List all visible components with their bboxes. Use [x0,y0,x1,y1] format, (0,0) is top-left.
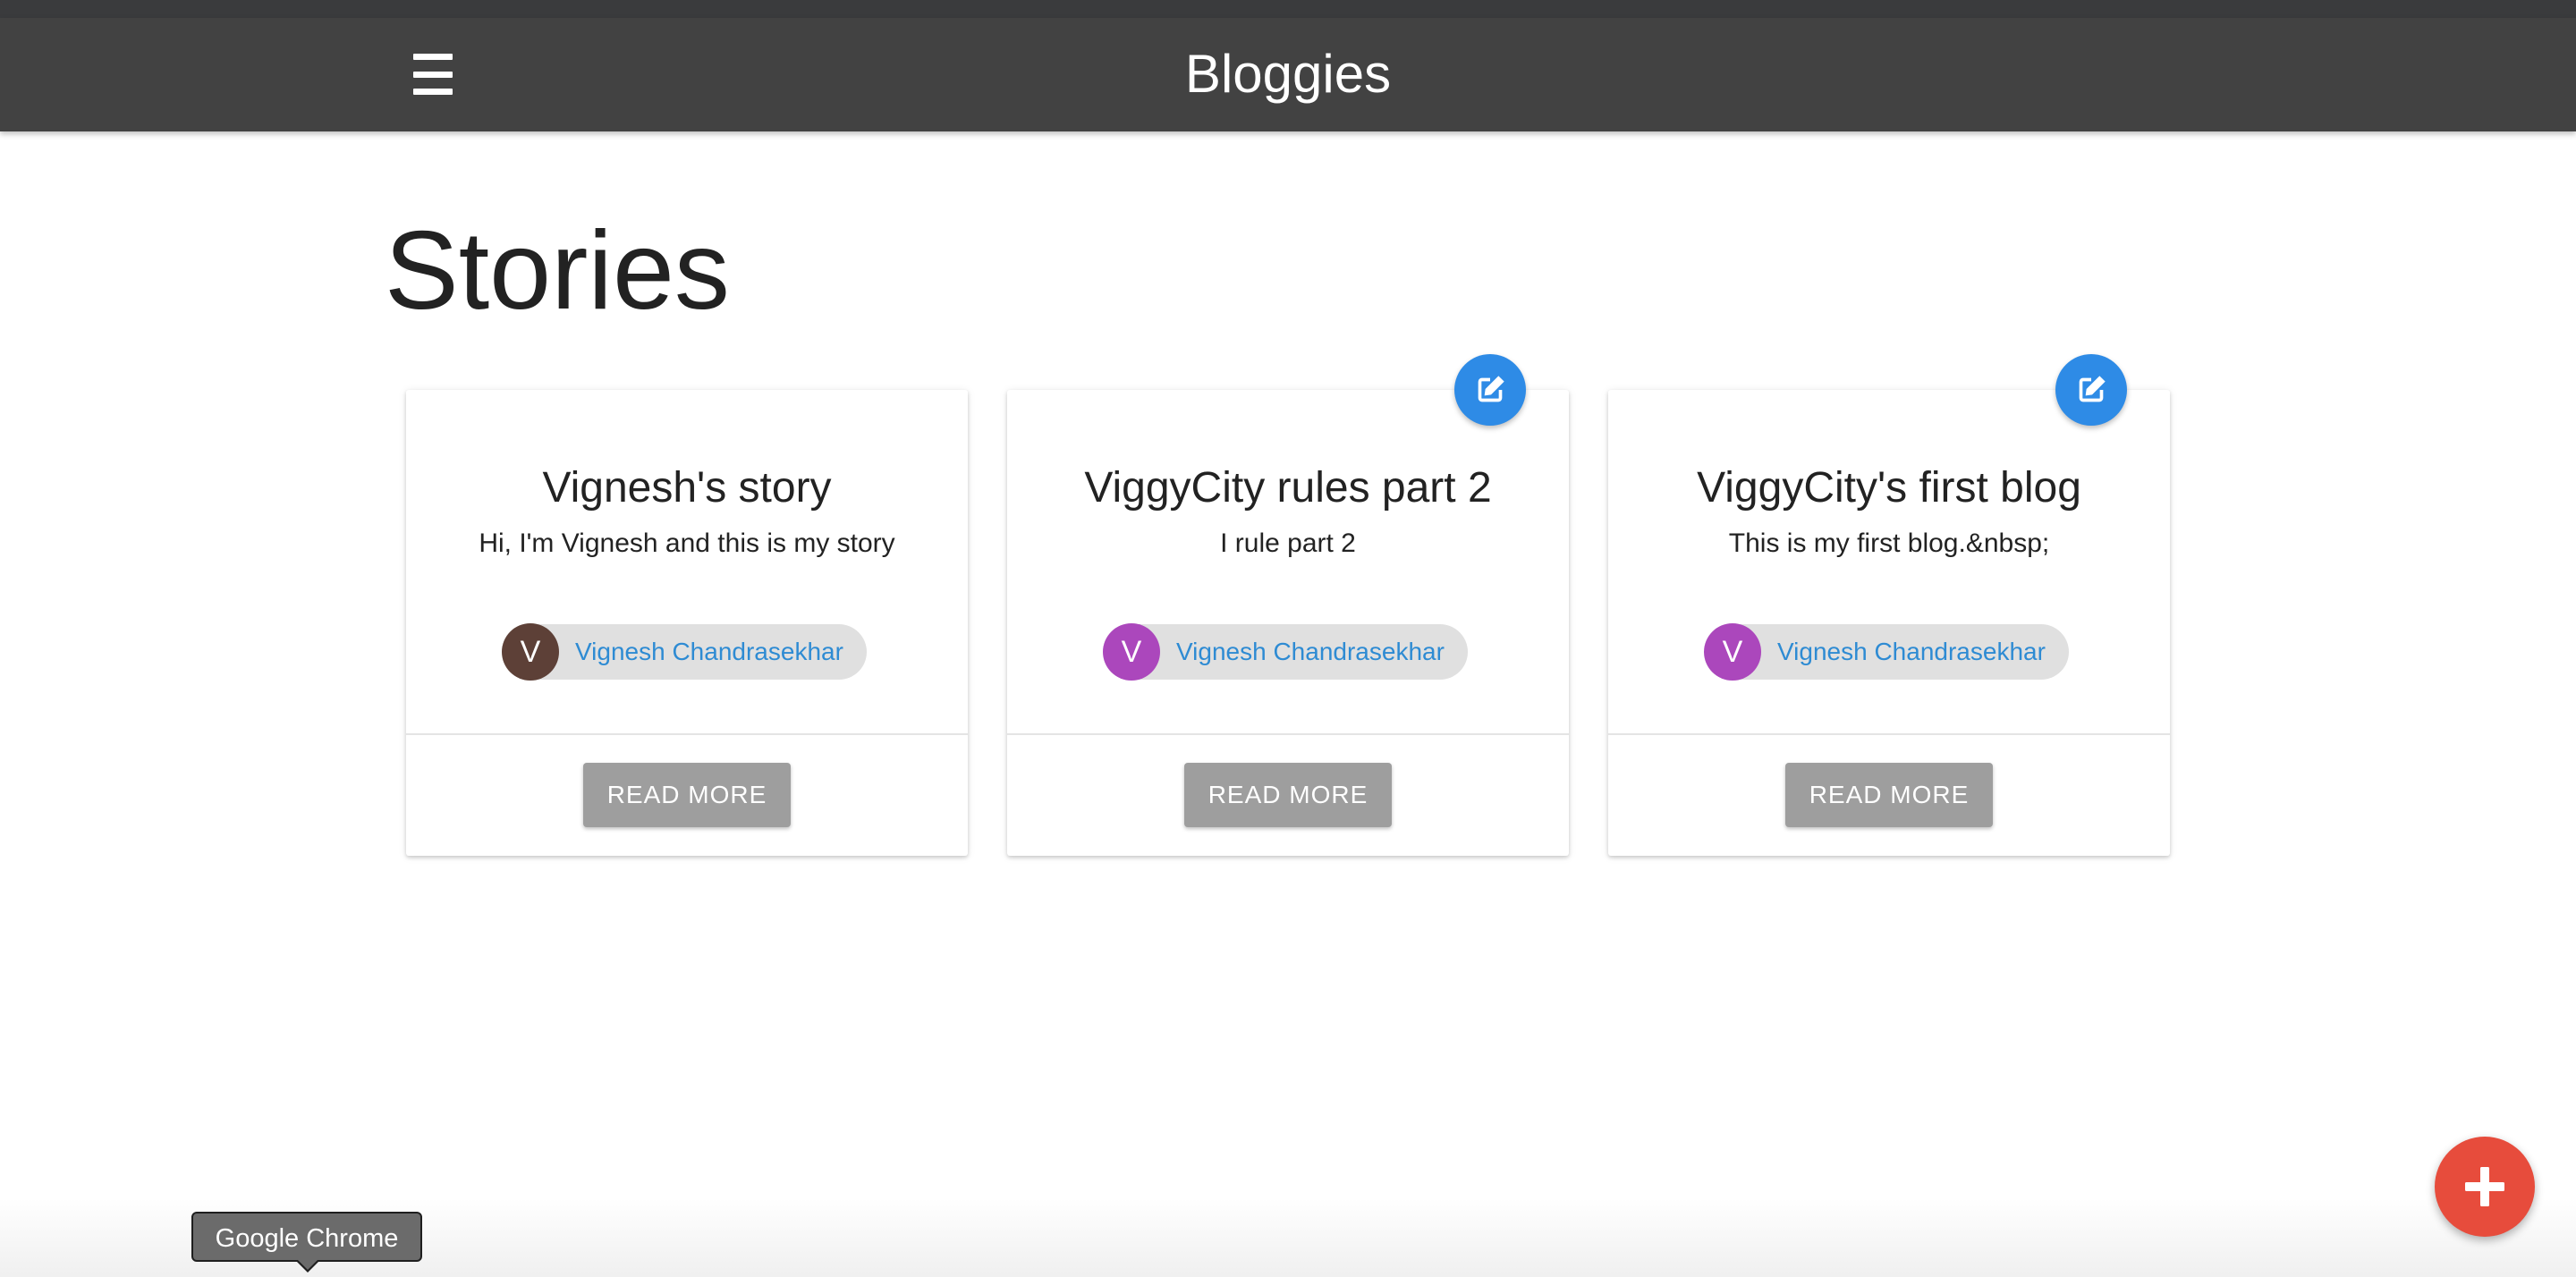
author-name: Vignesh Chandrasekhar [575,638,843,665]
edit-icon [2079,376,2106,402]
story-title: ViggyCity's first blog [1697,464,2081,512]
edit-icon [1478,376,1504,402]
edit-story-button[interactable] [1454,354,1526,426]
avatar: V [1704,623,1761,681]
card-divider [406,733,968,735]
author-chip[interactable]: V Vignesh Chandrasekhar [1704,623,2069,681]
avatar: V [1103,623,1160,681]
add-story-button[interactable] [2435,1137,2535,1237]
browser-top-strip [0,0,2576,18]
read-more-button[interactable]: READ MORE [1184,763,1392,827]
avatar: V [502,623,559,681]
tooltip-arrow-fill [297,1259,318,1270]
story-summary: Hi, I'm Vignesh and this is my story [479,529,895,558]
page-title: Stories [385,209,730,333]
card-divider [1608,733,2170,735]
story-title: ViggyCity rules part 2 [1084,464,1492,512]
story-title: Vignesh's story [542,464,832,512]
read-more-button[interactable]: READ MORE [1785,763,1993,827]
card-divider [1007,733,1569,735]
story-summary: This is my first blog.&nbsp; [1728,529,2050,558]
app-title: Bloggies [1184,44,1392,104]
edit-story-button[interactable] [2055,354,2127,426]
story-card: Vignesh's story Hi, I'm Vignesh and this… [406,390,968,856]
read-more-button[interactable]: READ MORE [583,763,791,827]
plus-icon [2465,1167,2504,1206]
author-chip[interactable]: V Vignesh Chandrasekhar [1103,623,1468,681]
author-chip[interactable]: V Vignesh Chandrasekhar [502,623,867,681]
story-card: ViggyCity rules part 2 I rule part 2 V V… [1007,354,1569,856]
author-name: Vignesh Chandrasekhar [1777,638,2046,665]
dock-tooltip: Google Chrome [191,1212,422,1262]
app-bar: Bloggies [0,18,2576,131]
author-name: Vignesh Chandrasekhar [1176,638,1445,665]
story-summary: I rule part 2 [1220,529,1356,558]
story-card: ViggyCity's first blog This is my first … [1608,354,2170,856]
